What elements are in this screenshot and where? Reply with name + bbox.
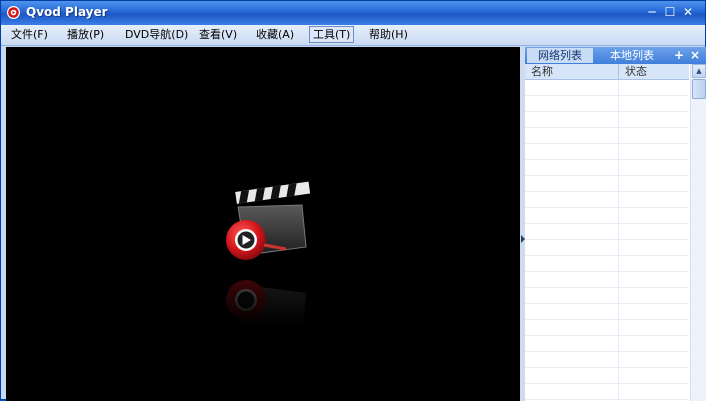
list-row: [525, 288, 689, 304]
list-row: [525, 176, 689, 192]
scroll-up-icon[interactable]: ▲: [692, 64, 706, 78]
list-row: [525, 192, 689, 208]
menu-favorites[interactable]: 收藏(A): [252, 27, 298, 43]
maximize-button[interactable]: ☐: [663, 5, 677, 19]
list-row: [525, 304, 689, 320]
list-row: [525, 336, 689, 352]
column-header-status[interactable]: 状态: [619, 64, 689, 79]
list-row: [525, 208, 689, 224]
list-row: [525, 96, 689, 112]
list-row: [525, 368, 689, 384]
menu-tools[interactable]: 工具(T): [309, 26, 355, 43]
playlist-list[interactable]: [525, 80, 689, 401]
list-row: [525, 128, 689, 144]
list-header: 名称 状态: [525, 64, 689, 80]
list-row: [525, 384, 689, 400]
scroll-thumb[interactable]: [692, 79, 706, 99]
list-row: [525, 320, 689, 336]
list-row: [525, 144, 689, 160]
clapperboard-logo-icon: [226, 181, 311, 325]
menu-help[interactable]: 帮助(H): [365, 27, 412, 43]
list-row: [525, 112, 689, 128]
title-bar[interactable]: Qvod Player ─ ☐ ✕: [1, 1, 705, 25]
list-row: [525, 160, 689, 176]
list-row: [525, 240, 689, 256]
list-row: [525, 80, 689, 96]
column-header-name[interactable]: 名称: [525, 64, 619, 79]
qvod-logo-icon: [7, 6, 20, 19]
menu-dvd-navigation[interactable]: DVD导航(D): [121, 27, 192, 43]
list-row: [525, 256, 689, 272]
video-area[interactable]: [6, 47, 520, 401]
menu-bar: 文件(F) 播放(P) DVD导航(D) 查看(V) 收藏(A) 工具(T) 帮…: [1, 25, 705, 46]
add-icon[interactable]: +: [673, 47, 685, 63]
tab-local-list[interactable]: 本地列表: [599, 48, 665, 63]
list-row: [525, 352, 689, 368]
menu-file[interactable]: 文件(F): [7, 27, 52, 43]
vertical-scrollbar[interactable]: ▲: [690, 64, 706, 401]
list-row: [525, 224, 689, 240]
menu-play[interactable]: 播放(P): [63, 27, 108, 43]
playlist-tabs: 网络列表 本地列表 + ×: [525, 47, 706, 64]
close-panel-icon[interactable]: ×: [689, 47, 701, 63]
list-row: [525, 272, 689, 288]
window-title: Qvod Player: [26, 5, 108, 19]
tab-network-list[interactable]: 网络列表: [527, 48, 593, 63]
playlist-panel: 网络列表 本地列表 + × 名称 状态 ▲: [525, 47, 706, 401]
menu-view[interactable]: 查看(V): [195, 27, 241, 43]
minimize-button[interactable]: ─: [645, 5, 659, 19]
close-button[interactable]: ✕: [681, 5, 695, 19]
player-window: Qvod Player ─ ☐ ✕ 文件(F) 播放(P) DVD导航(D) 查…: [0, 0, 706, 401]
